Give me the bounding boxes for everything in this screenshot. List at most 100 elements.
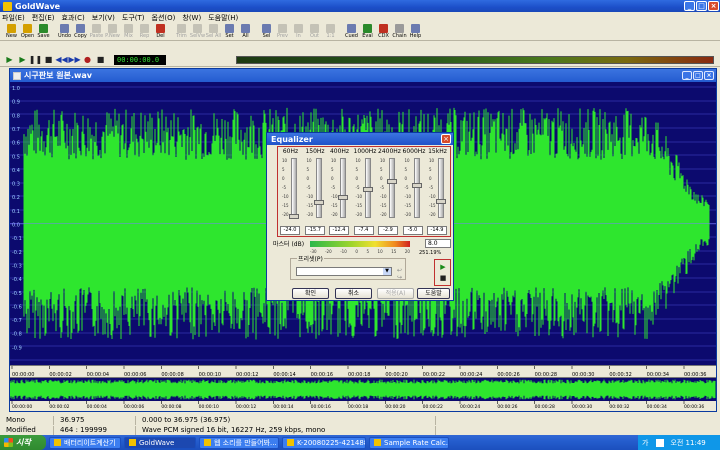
toolbar-button[interactable]: Undo xyxy=(57,23,72,41)
taskbar-item[interactable]: 배터리이트계산기 xyxy=(49,436,121,449)
preset-arrows-icon[interactable]: ↩ ↪ xyxy=(397,267,405,281)
maximize-icon[interactable]: □ xyxy=(696,1,707,11)
menu-item[interactable]: 보기(V) xyxy=(92,13,115,23)
fast-forward-icon[interactable]: ▶▶ xyxy=(68,55,80,65)
app-titlebar: GoldWave _ □ × xyxy=(0,0,720,12)
start-button[interactable]: 시작 xyxy=(0,435,46,450)
toolbar-button[interactable]: Sel xyxy=(259,23,274,41)
toolbar-button[interactable]: Set xyxy=(222,23,237,41)
eq-band-value[interactable]: -5.0 xyxy=(402,226,423,235)
taskbar-item-goldwave[interactable]: GoldWave xyxy=(124,436,196,449)
close-icon[interactable]: × xyxy=(708,1,719,11)
level-meter xyxy=(236,56,714,64)
toolbar-icon xyxy=(60,24,69,33)
menu-item[interactable]: 창(W) xyxy=(182,13,201,23)
eq-band-value[interactable]: -2.9 xyxy=(378,226,398,235)
record-icon[interactable]: ● xyxy=(82,55,93,65)
preset-select[interactable]: ▼ xyxy=(296,267,392,276)
preview-stop-icon[interactable]: ■ xyxy=(438,274,448,283)
cancel-button[interactable]: 취소 xyxy=(335,288,372,299)
toolbar-button[interactable]: Sel All xyxy=(206,23,221,41)
taskbar-item[interactable]: 웹 소리를 만들어봐... xyxy=(199,436,279,449)
toolbar-button[interactable]: Prev xyxy=(275,23,290,41)
toolbar-button[interactable]: Trim xyxy=(174,23,189,41)
eq-band-slider[interactable] xyxy=(291,158,297,218)
menu-item[interactable]: 도구(T) xyxy=(122,13,145,23)
eq-band-thumb[interactable] xyxy=(338,194,348,200)
taskbar-item[interactable]: K-20080225-421488... xyxy=(282,436,366,449)
eq-band-thumb[interactable] xyxy=(362,186,373,192)
toolbar-button[interactable]: Chain xyxy=(392,23,407,41)
menu-item[interactable]: 옵션(O) xyxy=(152,13,176,23)
ok-button[interactable]: 확인 xyxy=(292,288,329,299)
toolbar-button[interactable]: In xyxy=(291,23,306,41)
eq-band-value[interactable]: -12.4 xyxy=(329,226,349,235)
toolbar-button[interactable]: Eval xyxy=(360,23,375,41)
toolbar-label: Del xyxy=(156,33,165,39)
taskbar: 시작 배터리이트계산기 GoldWave 웹 소리를 만들어봐... K-200… xyxy=(0,435,720,450)
toolbar-icon xyxy=(7,24,16,33)
toolbar-button[interactable]: SelVw xyxy=(190,23,205,41)
tray-icon[interactable] xyxy=(656,438,665,447)
taskbar-item[interactable]: Sample Rate Calc... xyxy=(369,436,449,449)
eq-band-value[interactable]: -14.9 xyxy=(427,226,447,235)
menu-item[interactable]: 효과(C) xyxy=(62,13,85,23)
toolbar-button[interactable]: Del xyxy=(153,23,168,41)
menu-bar: 파일(E) 편집(E) 효과(C) 보기(V) 도구(T) 옵션(O) 창(W) 도움말(H) xyxy=(0,12,720,23)
eq-band: 2400Hz 10 5 0 -5 -10 -15 -20 -2.9 xyxy=(378,147,401,235)
toolbar-button[interactable]: Copy xyxy=(73,23,88,41)
doc-close-icon[interactable]: × xyxy=(704,71,714,80)
eq-band-value[interactable]: -7.4 xyxy=(353,226,374,235)
eq-band-thumb[interactable] xyxy=(387,179,397,185)
master-value-field[interactable]: 8.0 xyxy=(425,239,451,248)
eq-band-value[interactable]: -24.0 xyxy=(280,226,300,235)
menu-item[interactable]: 편집(E) xyxy=(32,13,55,23)
toolbar-button[interactable]: Save xyxy=(36,23,51,41)
play-selection-icon[interactable]: ▶ xyxy=(17,55,28,65)
toolbar-button[interactable]: New xyxy=(4,23,19,41)
toolbar-button[interactable]: All xyxy=(238,23,253,41)
help-button[interactable]: 도움말 xyxy=(417,288,450,299)
toolbar-icon xyxy=(225,24,234,33)
apply-button[interactable]: 적용(A) xyxy=(377,288,414,299)
eq-band-thumb[interactable] xyxy=(289,214,299,219)
record-stop-icon[interactable]: ■ xyxy=(95,55,106,65)
eq-band-slider[interactable] xyxy=(340,158,346,218)
preview-play-icon[interactable]: ▶ xyxy=(438,263,448,272)
toolbar-button[interactable]: P.New xyxy=(105,23,120,41)
eq-band-thumb[interactable] xyxy=(436,199,446,204)
toolbar-button[interactable]: Rep xyxy=(137,23,152,41)
eq-band-slider[interactable] xyxy=(389,158,395,218)
menu-item[interactable]: 도움말(H) xyxy=(208,13,238,23)
master-slider[interactable] xyxy=(310,241,410,247)
doc-maximize-icon[interactable]: □ xyxy=(693,71,703,80)
stop-icon[interactable]: ■ xyxy=(43,55,54,65)
eq-band-thumb[interactable] xyxy=(411,182,422,188)
doc-minimize-icon[interactable]: _ xyxy=(682,71,692,80)
toolbar-button[interactable]: Out xyxy=(307,23,322,41)
eq-band-slider[interactable] xyxy=(438,158,444,218)
toolbar-button[interactable]: Open xyxy=(20,23,35,41)
rewind-icon[interactable]: ◀◀ xyxy=(55,55,67,65)
toolbar-button[interactable]: 1:1 xyxy=(323,23,338,41)
system-tray: 가 오전 11:49 xyxy=(638,435,720,450)
play-icon[interactable]: ▶ xyxy=(4,55,15,65)
equalizer-close-icon[interactable]: × xyxy=(441,134,451,144)
pause-icon[interactable]: ❚❚ xyxy=(29,55,42,65)
toolbar-button[interactable]: Paste xyxy=(89,23,104,41)
minimize-icon[interactable]: _ xyxy=(684,1,695,11)
toolbar-button[interactable]: Mix xyxy=(121,23,136,41)
toolbar-button[interactable]: Help xyxy=(408,23,423,41)
eq-band-slider[interactable] xyxy=(315,158,322,218)
eq-band-thumb[interactable] xyxy=(313,200,324,206)
toolbar-button[interactable]: Cued xyxy=(344,23,359,41)
toolbar-label: Sel xyxy=(262,33,271,39)
eq-band-slider[interactable] xyxy=(413,158,420,218)
toolbar-button[interactable]: CDX xyxy=(376,23,391,41)
eq-band-value[interactable]: -15.7 xyxy=(304,226,325,235)
chevron-down-icon[interactable]: ▼ xyxy=(383,268,391,275)
menu-item[interactable]: 파일(E) xyxy=(2,13,25,23)
overview-waveform[interactable] xyxy=(9,378,716,401)
ime-indicator[interactable]: 가 xyxy=(642,438,648,448)
toolbar-label: Set xyxy=(225,33,234,39)
